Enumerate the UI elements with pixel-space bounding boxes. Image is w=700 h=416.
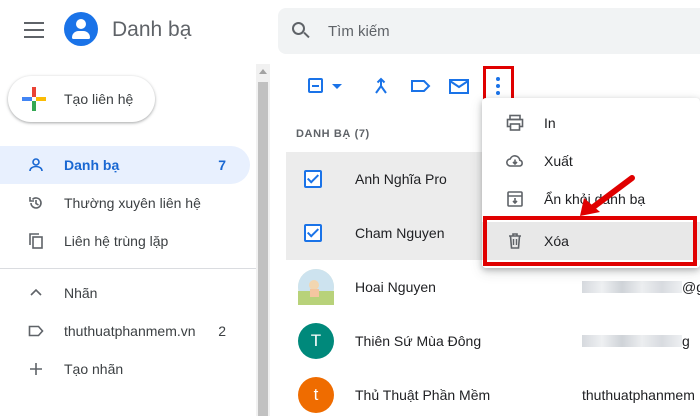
menu-item-label: In [544, 115, 556, 131]
sidebar-divider [0, 268, 256, 269]
redacted-email [582, 335, 682, 347]
contacts-list-header: DANH BẠ (7) [296, 128, 370, 140]
menu-icon[interactable] [24, 22, 44, 38]
annotation-arrow-icon [580, 175, 635, 216]
sidebar-item-count: 7 [218, 157, 226, 173]
delete-option-highlight [483, 216, 697, 266]
scroll-up-arrow-icon[interactable] [259, 69, 267, 74]
contact-name: Hoai Nguyen [355, 279, 436, 295]
labels-section-toggle[interactable]: Nhãn [0, 274, 250, 312]
contact-email: thuthuatphanmem [582, 387, 695, 403]
colored-plus-icon [22, 87, 46, 111]
select-dropdown-chevron-icon[interactable] [328, 74, 342, 98]
sidebar-item-label-thuthuat[interactable]: thuthuatphanmem.vn 2 [0, 312, 250, 350]
sidebar-item-label: Thường xuyên liên hệ [64, 195, 201, 211]
sidebar-item-count: 2 [218, 323, 226, 339]
table-row[interactable]: Hoai Nguyen @g [286, 260, 700, 314]
contact-email: g [682, 333, 690, 349]
contact-name: Anh Nghĩa Pro [355, 171, 447, 187]
search-icon[interactable] [292, 22, 310, 40]
create-contact-label: Tạo liên hệ [64, 91, 134, 107]
row-checkbox[interactable] [304, 170, 322, 188]
history-icon [29, 197, 42, 209]
contacts-logo-icon [64, 12, 98, 46]
row-checkbox[interactable] [304, 224, 322, 242]
create-contact-button[interactable]: Tạo liên hệ [8, 76, 155, 122]
sidebar-item-contacts[interactable]: Danh bạ 7 [0, 146, 250, 184]
more-button-highlight [483, 66, 514, 102]
scrollbar-thumb[interactable] [258, 82, 268, 416]
sidebar-item-frequent[interactable]: Thường xuyên liên hệ [0, 184, 250, 222]
plus-icon [30, 363, 42, 375]
chevron-up-icon [30, 288, 42, 296]
create-label-text: Tạo nhãn [64, 361, 124, 377]
menu-item-label: Xuất [544, 153, 573, 169]
avatar [298, 269, 334, 305]
contact-name: Thủ Thuật Phần Mềm [355, 387, 491, 403]
person-icon [29, 158, 43, 172]
sidebar-item-label: Danh bạ [64, 157, 120, 173]
create-label-item[interactable]: Tạo nhãn [0, 350, 250, 388]
select-all-icon[interactable] [304, 74, 328, 98]
redacted-email [582, 281, 682, 293]
table-row[interactable]: t Thủ Thuật Phần Mềm thuthuatphanmem [286, 368, 700, 416]
app-title: Danh bạ [112, 18, 192, 41]
sidebar: Tạo liên hệ Danh bạ 7 Thường xuyên liên … [0, 64, 256, 416]
top-bar: Danh bạ Tìm kiếm [0, 0, 700, 64]
copy-icon [29, 233, 43, 249]
contact-name: Thiên Sứ Mùa Đông [355, 333, 482, 349]
menu-item-print[interactable]: In [482, 104, 700, 142]
contact-name: Cham Nguyen [355, 225, 445, 241]
contact-email: @g [682, 279, 700, 295]
avatar-photo-icon [298, 269, 334, 305]
label-icon[interactable] [409, 74, 433, 98]
sidebar-scrollbar[interactable] [256, 64, 270, 416]
search-input[interactable]: Tìm kiếm [328, 23, 390, 40]
print-icon [506, 114, 524, 131]
table-row[interactable]: T Thiên Sứ Mùa Đông g [286, 314, 700, 368]
search-bar[interactable]: Tìm kiếm [278, 8, 700, 54]
labels-section-label: Nhãn [64, 285, 98, 301]
avatar: T [298, 323, 334, 359]
merge-icon[interactable] [369, 74, 393, 98]
cloud-download-icon [506, 155, 523, 167]
sidebar-item-duplicates[interactable]: Liên hệ trùng lặp [0, 222, 250, 260]
sidebar-item-label: Liên hệ trùng lặp [64, 233, 169, 249]
sidebar-item-label: thuthuatphanmem.vn [64, 323, 196, 339]
archive-icon [507, 191, 523, 207]
label-icon [28, 325, 44, 337]
avatar: t [298, 377, 334, 413]
email-icon[interactable] [447, 74, 471, 98]
